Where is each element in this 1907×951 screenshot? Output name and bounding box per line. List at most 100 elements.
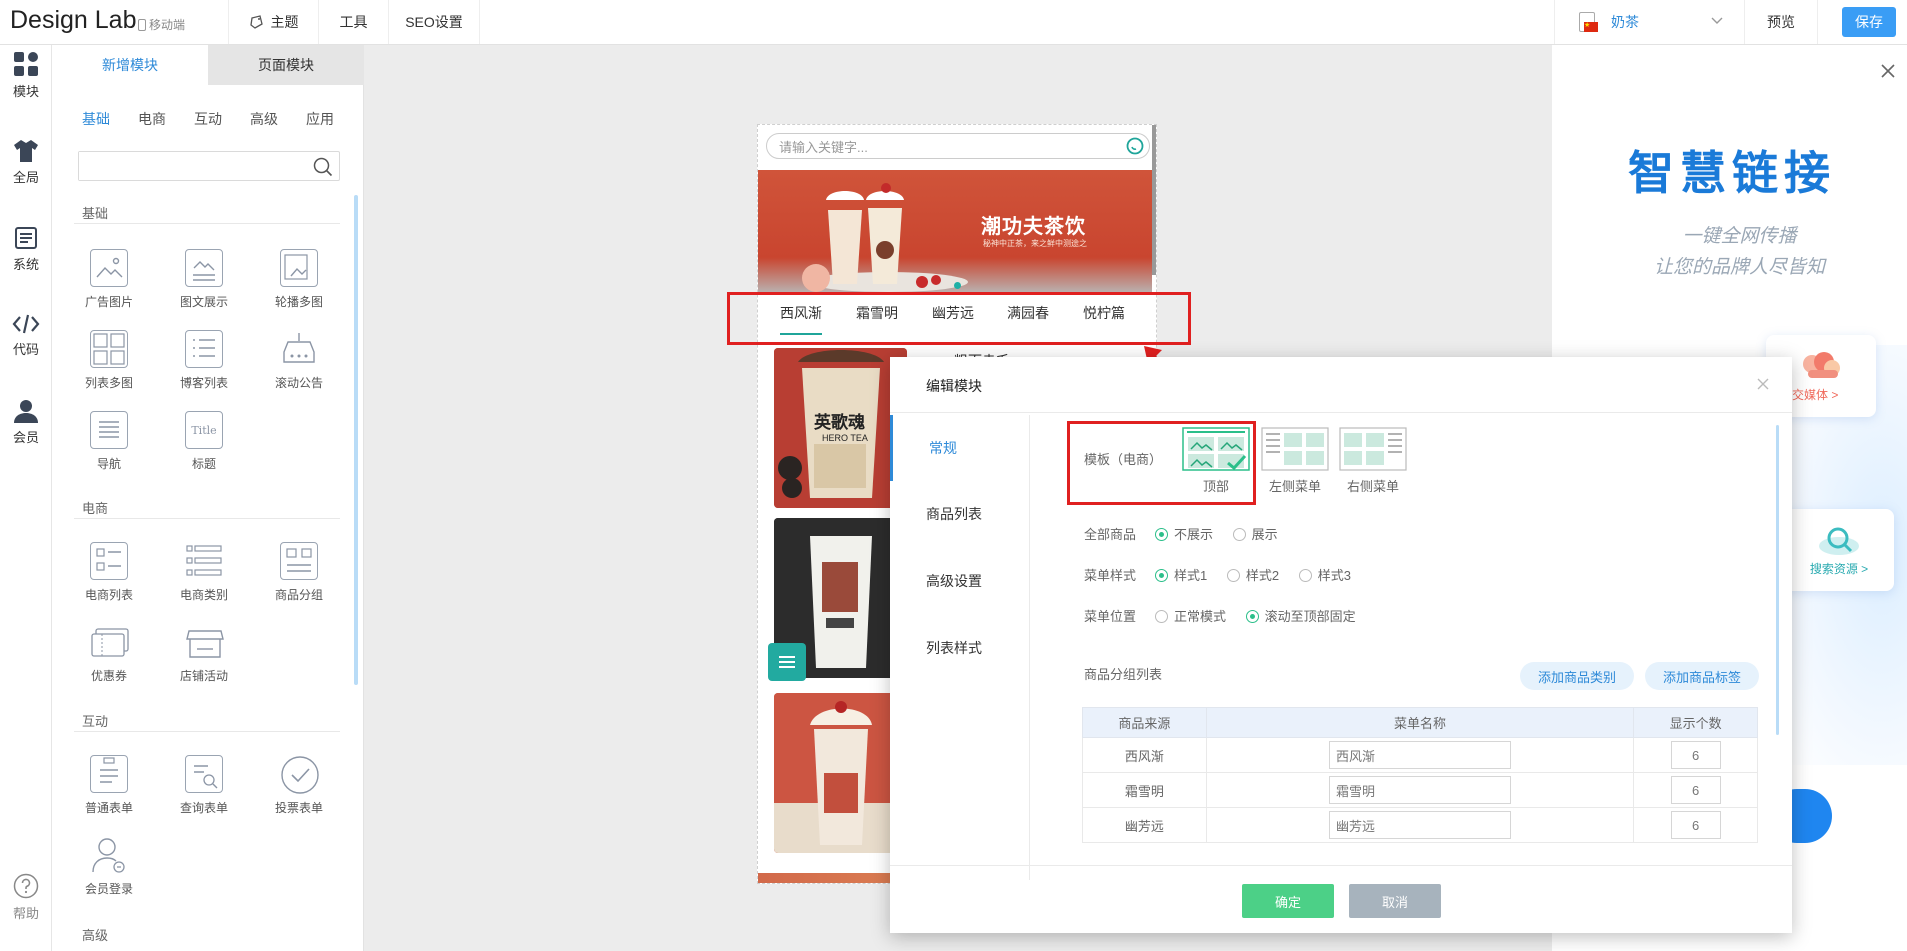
rail-label: 全局	[12, 170, 39, 185]
module-title[interactable]: Title 标题	[156, 411, 252, 472]
category-tab-basic[interactable]: 基础	[82, 109, 110, 129]
add-tag-button[interactable]: 添加商品标签	[1645, 662, 1759, 690]
radio-dot	[1298, 569, 1312, 582]
confirm-button[interactable]: 确定	[1242, 884, 1334, 918]
document-icon	[15, 227, 37, 249]
template-right-menu[interactable]: 右侧菜单	[1338, 427, 1408, 495]
preview-button[interactable]: 预览	[1744, 0, 1818, 44]
dialog-scrollbar[interactable]	[1776, 425, 1779, 735]
module-query-form[interactable]: 查询表单	[156, 755, 252, 816]
template-top-label: 顶部	[1202, 479, 1229, 494]
template-top[interactable]: 顶部	[1182, 427, 1250, 495]
rail-label: 代码	[12, 342, 39, 357]
radio-style3[interactable]: 样式3	[1298, 568, 1351, 583]
module-carousel[interactable]: 轮播多图	[251, 249, 347, 310]
rail-item-code[interactable]: 代码	[0, 313, 52, 358]
nav-theme[interactable]: 主题	[228, 0, 318, 44]
close-icon[interactable]	[1880, 63, 1896, 79]
side-item-list-style[interactable]: 列表样式	[890, 615, 1030, 681]
module-ecom-list[interactable]: 电商列表	[61, 542, 157, 603]
rail-item-global[interactable]: 全局	[0, 139, 52, 186]
category-tab-interact[interactable]: 互动	[194, 109, 222, 129]
module-ecom-category[interactable]: 电商类别	[156, 542, 252, 603]
panel-scrollbar[interactable]	[354, 195, 358, 685]
radio-normal[interactable]: 正常模式	[1155, 609, 1226, 624]
image-icon	[90, 249, 128, 287]
banner-title: 潮功夫茶饮	[981, 214, 1086, 238]
module-blog-list[interactable]: 博客列表	[156, 330, 252, 391]
module-member-login[interactable]: 会员登录	[61, 836, 157, 897]
module-ad-image[interactable]: 广告图片	[61, 249, 157, 310]
cancel-button[interactable]: 取消	[1349, 884, 1441, 918]
module-goods-group[interactable]: 商品分组	[251, 542, 347, 603]
radio-style2[interactable]: 样式2	[1226, 568, 1279, 583]
close-icon[interactable]	[1756, 377, 1770, 391]
module-vote-form[interactable]: 投票表单	[251, 755, 347, 816]
count-input[interactable]	[1670, 741, 1721, 769]
rail-item-system[interactable]: 系统	[0, 226, 52, 273]
tab-page-module[interactable]: 页面模块	[208, 45, 364, 85]
count-input[interactable]	[1670, 776, 1721, 804]
module-label: 博客列表	[179, 376, 228, 390]
rail-item-help[interactable]: 帮助	[0, 873, 52, 922]
section-title: 互动	[82, 714, 109, 729]
cup-brand: 英歌魂	[814, 413, 865, 433]
template-left-menu[interactable]: 左侧菜单	[1260, 427, 1330, 495]
module-search-input[interactable]	[79, 152, 299, 180]
dialog-side-menu: 常规 商品列表 高级设置 列表样式	[890, 415, 1030, 880]
phone-scrollbar[interactable]	[1152, 125, 1156, 275]
radio-dot	[1232, 528, 1246, 541]
radio-sticky[interactable]: 滚动至顶部固定	[1245, 609, 1356, 624]
rail-label: 系统	[12, 257, 39, 272]
section-title: 基础	[82, 206, 109, 221]
module-store-activity[interactable]: 店铺活动	[156, 623, 252, 684]
menu-pos-radios: 正常模式 滚动至顶部固定	[1155, 606, 1372, 625]
module-image-text[interactable]: 图文展示	[156, 249, 252, 310]
save-button[interactable]: 保存	[1842, 7, 1896, 37]
tab-add-module[interactable]: 新增模块	[52, 45, 208, 85]
search-icon[interactable]	[313, 157, 333, 177]
product-image[interactable]	[774, 693, 907, 853]
china-flag-icon: ★	[1584, 22, 1598, 32]
rail-item-modules[interactable]: 模块	[0, 51, 52, 100]
module-panel: 新增模块 页面模块 基础 电商 互动 高级 应用 基础 广告图片 图文展示 轮播…	[52, 45, 364, 951]
site-selector[interactable]: ★ 奶茶	[1554, 0, 1744, 44]
nav-seo[interactable]: SEO设置	[388, 0, 480, 44]
module-normal-form[interactable]: 普通表单	[61, 755, 157, 816]
radio-label: 不展示	[1174, 527, 1214, 542]
category-tab-ecommerce[interactable]: 电商	[138, 109, 166, 129]
rail-item-member[interactable]: 会员	[0, 399, 52, 446]
add-category-button[interactable]: 添加商品类别	[1520, 662, 1634, 690]
radio-hide[interactable]: 不展示	[1155, 527, 1213, 542]
group-list-label: 商品分组列表	[1084, 667, 1163, 682]
radio-style1[interactable]: 样式1	[1155, 568, 1207, 583]
phone-search-placeholder: 请输入关键字...	[779, 139, 868, 155]
banner-image[interactable]: 潮功夫茶饮 秘神中正茶，来之鲜中测途之	[758, 170, 1152, 295]
side-item-advanced[interactable]: 高级设置	[890, 548, 1030, 614]
menu-name-input[interactable]	[1328, 811, 1511, 839]
category-tab-apps[interactable]: 应用	[306, 109, 334, 129]
ad-card-search[interactable]: 搜索资源 >	[1784, 509, 1894, 591]
module-nav[interactable]: 导航	[61, 411, 157, 472]
side-item-goods-list[interactable]: 商品列表	[890, 481, 1030, 547]
menu-name-input[interactable]	[1328, 741, 1511, 769]
phone-search-bar[interactable]: 请输入关键字...	[766, 133, 1150, 159]
module-scroll-notice[interactable]: 滚动公告	[251, 330, 347, 391]
query-form-icon	[185, 755, 223, 793]
radio-label: 样式1	[1174, 568, 1208, 583]
menu-name-input[interactable]	[1328, 776, 1511, 804]
nav-tools[interactable]: 工具	[318, 0, 388, 44]
rail-label: 会员	[12, 430, 39, 445]
radio-show[interactable]: 展示	[1232, 527, 1278, 542]
product-image[interactable]: 英歌魂 HERO TEA	[774, 348, 907, 508]
mobile-switch[interactable]: 移动端	[138, 16, 185, 33]
module-coupon[interactable]: 优惠券	[61, 623, 157, 684]
module-list-images[interactable]: 列表多图	[61, 330, 157, 391]
coupon-icon	[90, 623, 129, 661]
side-item-general[interactable]: 常规	[890, 415, 1030, 481]
carousel-dot[interactable]	[954, 282, 961, 289]
count-input[interactable]	[1670, 811, 1721, 839]
category-tab-advanced[interactable]: 高级	[250, 109, 278, 129]
highlight-box-tabs	[727, 292, 1191, 345]
menu-float-button[interactable]	[768, 643, 806, 681]
